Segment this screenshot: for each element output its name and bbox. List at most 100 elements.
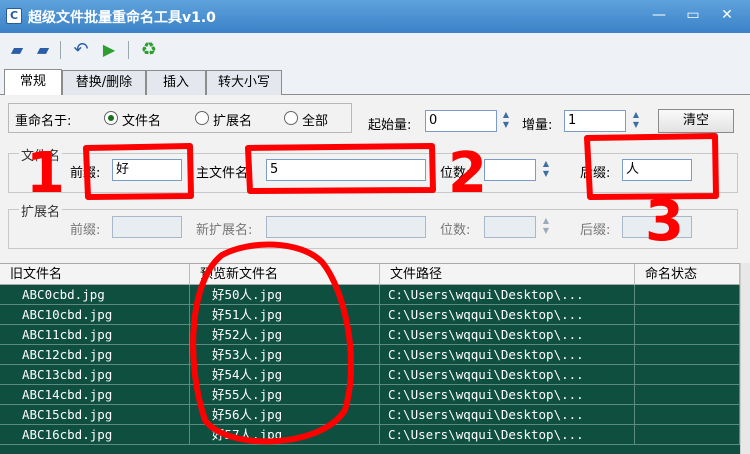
- ext-digits-input[interactable]: [484, 216, 536, 238]
- cell-status: [635, 425, 740, 445]
- rename-target-box: 重命名于: 文件名 扩展名 全部: [8, 103, 352, 133]
- cell-status: [635, 405, 740, 425]
- step-input[interactable]: 1: [564, 110, 626, 132]
- cell-new: 好53人.jpg: [190, 345, 380, 365]
- ext-prefix-input[interactable]: [112, 216, 182, 238]
- filename-prefix-input[interactable]: 好: [112, 159, 182, 181]
- extension-group-title: 扩展名: [19, 201, 63, 220]
- new-extension-input[interactable]: [266, 216, 426, 238]
- cell-status: [635, 345, 740, 365]
- ext-digits-label: 位数:: [440, 223, 471, 238]
- table-row[interactable]: ABC13cbd.jpg 好54人.jpg C:\Users\wqqui\Deskt…: [0, 365, 740, 385]
- table-row[interactable]: ABC16cbd.jpg 好57人.jpg C:\Users\wqqui\Deskt…: [0, 425, 740, 445]
- file-table-header: 旧文件名 预览新文件名 文件路径 命名状态: [0, 263, 740, 286]
- app-icon: C: [6, 8, 22, 24]
- toolbar-divider: [128, 41, 129, 59]
- table-row[interactable]: ABC14cbd.jpg 好55人.jpg C:\Users\wqqui\Deskt…: [0, 385, 740, 405]
- cell-path: C:\Users\wqqui\Desktop\...: [380, 305, 635, 325]
- ext-suffix-label: 后缀:: [580, 223, 611, 238]
- ext-digits-spinner[interactable]: ▲ ▼: [539, 216, 553, 238]
- cell-status: [635, 305, 740, 325]
- undo-icon[interactable]: ↶: [70, 39, 92, 61]
- column-status[interactable]: 命名状态: [635, 264, 740, 286]
- cell-path: C:\Users\wqqui\Desktop\...: [380, 285, 635, 305]
- minimize-button[interactable]: —: [646, 4, 672, 26]
- cell-path: C:\Users\wqqui\Desktop\...: [380, 325, 635, 345]
- cell-new: 好56人.jpg: [190, 405, 380, 425]
- filename-digits-input[interactable]: [484, 159, 536, 181]
- table-row[interactable]: ABC10cbd.jpg 好51人.jpg C:\Users\wqqui\Deskt…: [0, 305, 740, 325]
- filename-prefix-label: 前缀:: [70, 166, 101, 181]
- filename-suffix-label: 后缀:: [580, 166, 611, 181]
- column-path[interactable]: 文件路径: [380, 264, 635, 286]
- run-icon[interactable]: ▶: [98, 39, 120, 61]
- cell-path: C:\Users\wqqui\Desktop\...: [380, 385, 635, 405]
- open-file-icon[interactable]: ▰: [6, 39, 28, 61]
- cell-path: C:\Users\wqqui\Desktop\...: [380, 405, 635, 425]
- radio-extension-label: 扩展名: [213, 114, 253, 129]
- file-table-body: ABC0cbd.jpg 好50人.jpg C:\Users\wqqui\Deskto…: [0, 285, 740, 454]
- ext-suffix-input[interactable]: [622, 216, 692, 238]
- cell-path: C:\Users\wqqui\Desktop\...: [380, 365, 635, 385]
- tab-replace-delete[interactable]: 替换/删除: [62, 70, 146, 95]
- tab-insert[interactable]: 插入: [146, 70, 206, 95]
- start-value-spinner[interactable]: ▲ ▼: [499, 110, 513, 132]
- cell-old: ABC15cbd.jpg: [0, 405, 190, 425]
- cell-old: ABC16cbd.jpg: [0, 425, 190, 445]
- cell-path: C:\Users\wqqui\Desktop\...: [380, 425, 635, 445]
- rename-target-label: 重命名于:: [15, 114, 72, 129]
- radio-filename-label: 文件名: [122, 114, 162, 129]
- radio-all-label: 全部: [302, 114, 329, 129]
- column-old-name[interactable]: 旧文件名: [0, 264, 190, 286]
- radio-all[interactable]: [284, 111, 298, 125]
- cell-old: ABC13cbd.jpg: [0, 365, 190, 385]
- table-row[interactable]: ABC12cbd.jpg 好53人.jpg C:\Users\wqqui\Deskt…: [0, 345, 740, 365]
- cell-old: ABC0cbd.jpg: [0, 285, 190, 305]
- clear-button[interactable]: 清空: [658, 109, 734, 133]
- cell-old: ABC14cbd.jpg: [0, 385, 190, 405]
- table-row[interactable]: ABC11cbd.jpg 好52人.jpg C:\Users\wqqui\Deskt…: [0, 325, 740, 345]
- step-spinner[interactable]: ▲ ▼: [629, 110, 643, 132]
- window-title: 超级文件批量重命名工具v1.0: [28, 10, 216, 26]
- maximize-button[interactable]: ▭: [680, 4, 706, 26]
- cell-new: 好54人.jpg: [190, 365, 380, 385]
- close-button[interactable]: ✕: [714, 4, 740, 26]
- main-filename-input[interactable]: 5: [266, 159, 426, 181]
- radio-extension[interactable]: [195, 111, 209, 125]
- radio-filename[interactable]: [104, 111, 118, 125]
- cell-status: [635, 325, 740, 345]
- ext-prefix-label: 前缀:: [70, 223, 101, 238]
- filename-suffix-input[interactable]: 人: [622, 159, 692, 181]
- tab-case[interactable]: 转大小写: [206, 70, 282, 95]
- open-folder-icon[interactable]: ▰: [32, 39, 54, 61]
- filename-digits-spinner[interactable]: ▲ ▼: [539, 159, 553, 181]
- table-row[interactable]: ABC0cbd.jpg 好50人.jpg C:\Users\wqqui\Deskto…: [0, 285, 740, 305]
- filename-digits-label: 位数:: [440, 166, 471, 181]
- column-new-name[interactable]: 预览新文件名: [190, 264, 380, 286]
- cell-new: 好50人.jpg: [190, 285, 380, 305]
- cell-new: 好55人.jpg: [190, 385, 380, 405]
- recycle-icon[interactable]: ♻: [138, 39, 160, 61]
- start-value-label: 起始量:: [368, 118, 412, 133]
- filename-group-title: 文件名: [19, 145, 63, 164]
- toolbar-divider: [60, 41, 61, 59]
- cell-new: 好52人.jpg: [190, 325, 380, 345]
- table-row[interactable]: ABC15cbd.jpg 好56人.jpg C:\Users\wqqui\Deskt…: [0, 405, 740, 425]
- tab-general[interactable]: 常规: [4, 69, 62, 95]
- cell-status: [635, 285, 740, 305]
- tab-strip: 常规 替换/删除 插入 转大小写: [0, 67, 750, 95]
- cell-old: ABC10cbd.jpg: [0, 305, 190, 325]
- cell-old: ABC12cbd.jpg: [0, 345, 190, 365]
- step-label: 增量:: [522, 118, 553, 133]
- main-filename-label: 主文件名:: [196, 166, 253, 181]
- new-extension-label: 新扩展名:: [196, 223, 253, 238]
- table-scrollbar[interactable]: [740, 263, 750, 454]
- cell-path: C:\Users\wqqui\Desktop\...: [380, 345, 635, 365]
- title-bar: C 超级文件批量重命名工具v1.0 — ▭ ✕: [0, 0, 750, 33]
- cell-status: [635, 365, 740, 385]
- toolbar: ▰ ▰ ↶ ▶ ♻: [0, 33, 750, 67]
- cell-status: [635, 385, 740, 405]
- cell-old: ABC11cbd.jpg: [0, 325, 190, 345]
- start-value-input[interactable]: 0: [425, 110, 497, 132]
- settings-panel: 重命名于: 文件名 扩展名 全部 起始量: 0 ▲ ▼ 增量: 1 ▲ ▼ 清空 文…: [0, 95, 750, 263]
